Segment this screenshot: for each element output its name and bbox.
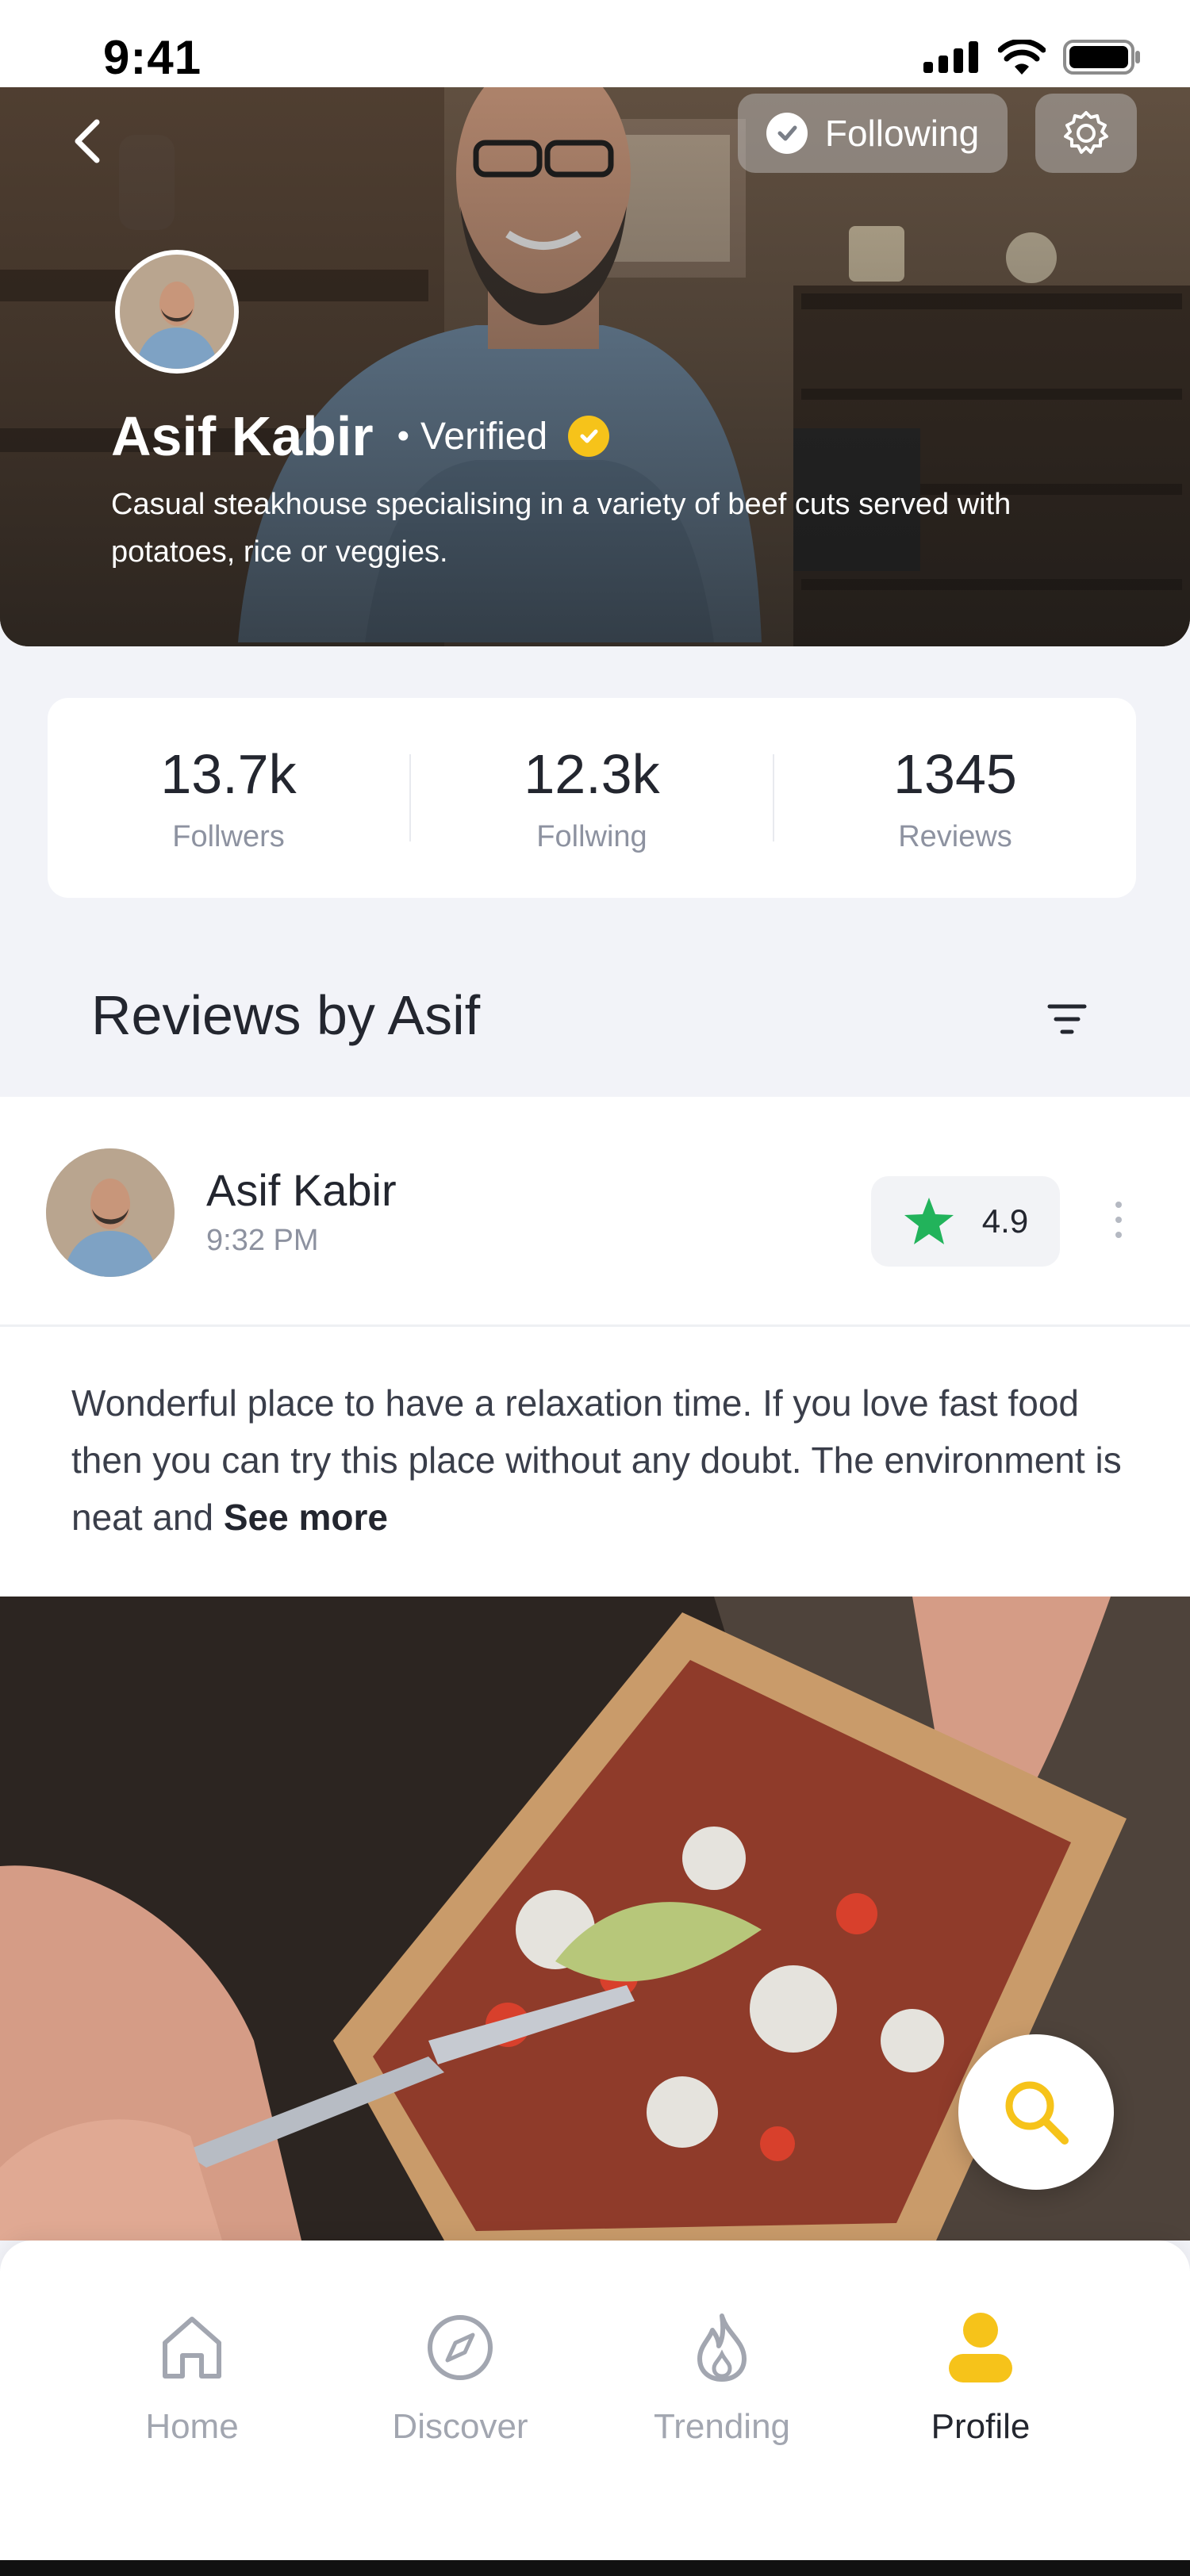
bottom-navigation: Home Discover Trending Profile <box>0 2241 1190 2576</box>
verified-label: Verified <box>420 415 548 458</box>
search-icon <box>1005 2081 1069 2145</box>
rating-badge: 4.9 <box>871 1176 1060 1267</box>
flame-icon <box>603 2304 841 2391</box>
stat-followers[interactable]: 13.7k Follwers <box>48 742 409 854</box>
nav-label: Profile <box>931 2407 1031 2446</box>
nav-label: Home <box>145 2407 239 2446</box>
more-options-button[interactable] <box>1099 1184 1138 1255</box>
battery-icon <box>1063 40 1142 75</box>
stat-reviews[interactable]: 1345 Reviews <box>774 742 1136 854</box>
wifi-icon <box>998 40 1046 75</box>
signal-icon <box>923 41 981 73</box>
reviews-section-title: Reviews by Asif <box>91 984 481 1046</box>
stat-label: Follwing <box>536 819 647 853</box>
search-button[interactable] <box>958 2034 1114 2190</box>
nav-item-trending[interactable]: Trending <box>603 2304 841 2447</box>
stat-value: 12.3k <box>524 742 660 805</box>
status-icons <box>923 40 1142 75</box>
filter-icon <box>1047 1004 1087 1034</box>
settings-button[interactable] <box>1035 94 1137 173</box>
rating-value: 4.9 <box>981 1202 1029 1240</box>
see-more-link[interactable]: See more <box>224 1497 388 1538</box>
compass-icon <box>341 2304 579 2391</box>
following-label: Following <box>824 113 980 154</box>
chevron-left-icon <box>75 119 100 163</box>
stats-card: 13.7k Follwers 12.3k Follwing 1345 Revie… <box>48 698 1136 898</box>
profile-name: Asif Kabir <box>111 405 374 467</box>
check-circle-icon <box>766 113 808 154</box>
stat-value: 13.7k <box>160 742 297 805</box>
nav-label: Discover <box>392 2407 528 2446</box>
filter-button[interactable] <box>1039 991 1095 1047</box>
following-button[interactable]: Following <box>738 94 1008 173</box>
review-header: Asif Kabir 9:32 PM 4.9 <box>0 1097 1190 1327</box>
stat-label: Reviews <box>898 819 1012 853</box>
review-author[interactable]: Asif Kabir <box>206 1164 397 1216</box>
home-indicator-bar <box>0 2560 1190 2576</box>
profile-screen: 9:41 Following Asif Kabir • Verified Cas… <box>0 0 1190 2576</box>
profile-name-row: Asif Kabir • Verified <box>111 404 610 468</box>
nav-item-home[interactable]: Home <box>73 2304 311 2447</box>
review-time: 9:32 PM <box>206 1224 319 1257</box>
more-vertical-icon <box>1115 1202 1122 1238</box>
gear-icon <box>1064 111 1108 154</box>
verified-separator: • <box>397 416 410 455</box>
profile-bio: Casual steakhouse specialising in a vari… <box>111 488 1012 569</box>
profile-avatar[interactable] <box>115 250 239 374</box>
nav-label: Trending <box>653 2407 791 2446</box>
profile-cover: Following Asif Kabir • Verified Casual s… <box>0 87 1190 646</box>
verified-check-icon <box>568 416 610 457</box>
stat-following[interactable]: 12.3k Follwing <box>411 742 773 854</box>
stat-value: 1345 <box>893 742 1017 805</box>
nav-item-profile[interactable]: Profile <box>862 2304 1100 2447</box>
back-button[interactable] <box>56 109 119 173</box>
star-icon <box>904 1198 954 1244</box>
stat-label: Follwers <box>172 819 285 853</box>
status-time: 9:41 <box>103 31 202 84</box>
status-bar: 9:41 <box>0 0 1190 87</box>
home-icon <box>73 2304 311 2391</box>
review-text: Wonderful place to have a relaxation tim… <box>71 1374 1127 1546</box>
user-icon <box>862 2304 1100 2391</box>
avatar[interactable] <box>46 1148 175 1277</box>
nav-item-discover[interactable]: Discover <box>341 2304 579 2447</box>
